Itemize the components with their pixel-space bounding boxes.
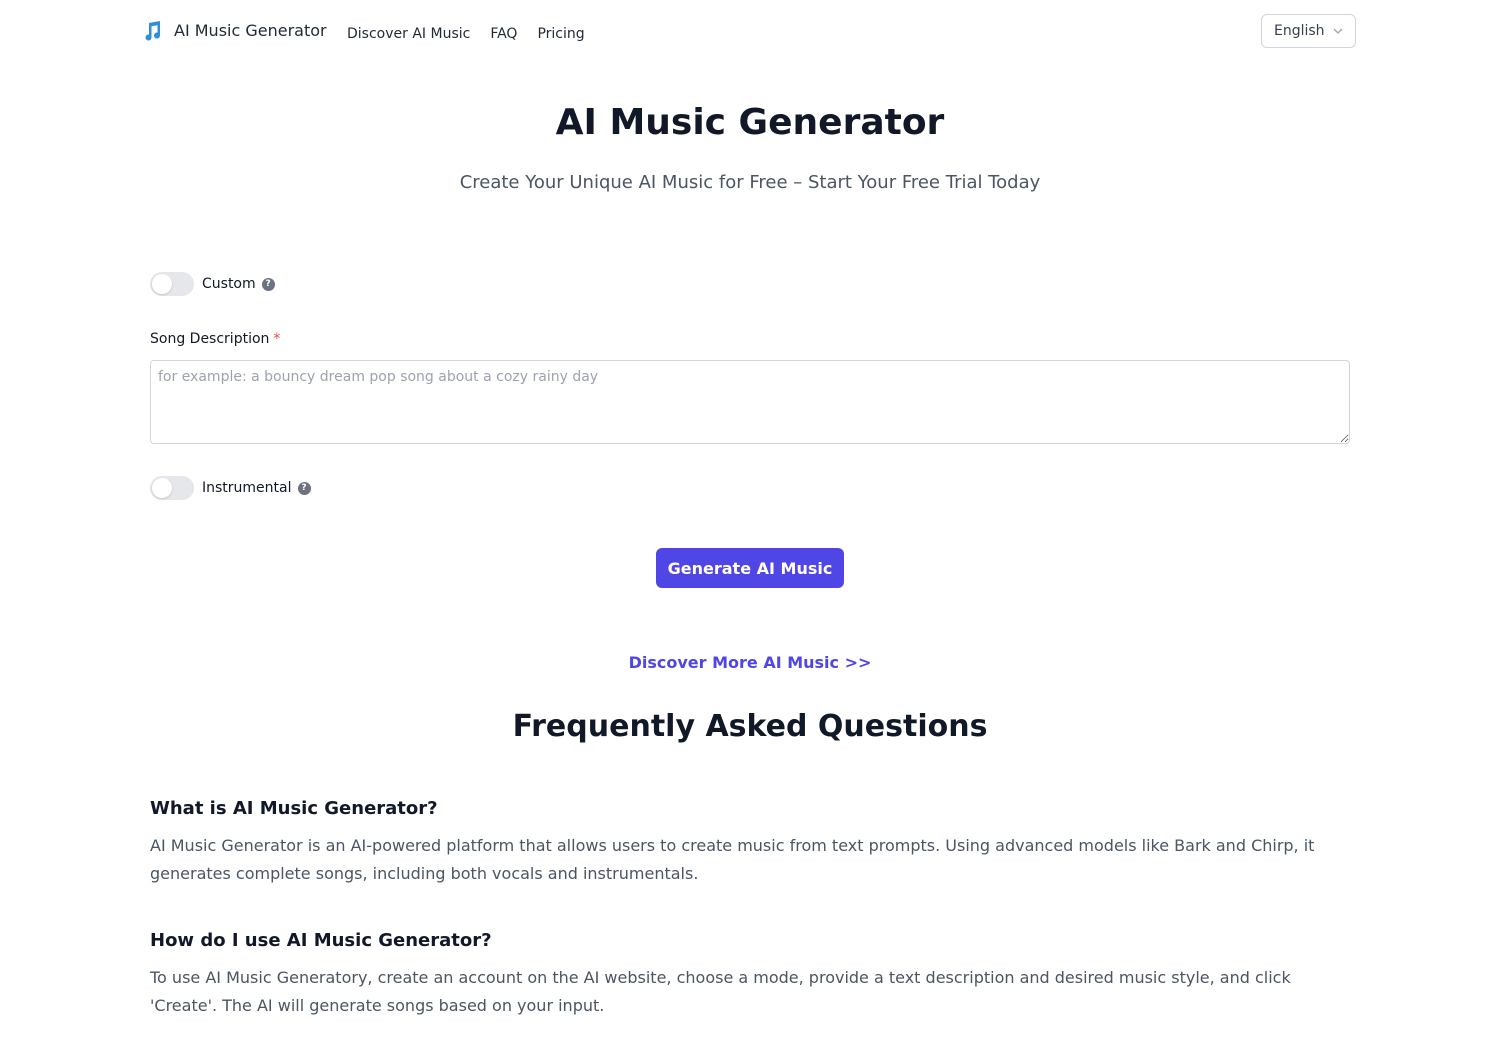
instrumental-label: Instrumental [202, 480, 292, 496]
question-circle-icon[interactable]: ? [297, 481, 311, 495]
discover-more-link[interactable]: Discover More AI Music >> [0, 652, 1500, 674]
song-description-label: Song Description * [150, 331, 280, 347]
toggle-knob [152, 274, 172, 294]
site-header: AI Music Generator Discover AI Music FAQ… [0, 0, 1500, 66]
song-description-input[interactable] [150, 360, 1350, 444]
faq-item: What is AI Music Generator? AI Music Gen… [150, 796, 1350, 888]
faq-answer: AI Music Generator is an AI-powered plat… [150, 836, 1315, 883]
custom-toggle-row: Custom ? [150, 272, 275, 296]
language-selected: English [1274, 23, 1325, 39]
chevron-down-icon [1333, 28, 1343, 34]
language-select[interactable]: English [1261, 14, 1356, 48]
custom-label: Custom [202, 276, 256, 292]
faq-question: What is AI Music Generator? [150, 798, 438, 819]
music-note-icon [145, 21, 161, 41]
song-description-label-text: Song Description [150, 331, 270, 347]
faq-list: What is AI Music Generator? AI Music Gen… [150, 796, 1350, 1060]
page-subtitle: Create Your Unique AI Music for Free – S… [459, 172, 1041, 193]
required-asterisk: * [273, 331, 281, 347]
faq-title: Frequently Asked Questions [512, 709, 988, 744]
question-circle-icon[interactable]: ? [261, 277, 275, 291]
custom-toggle[interactable] [150, 272, 194, 296]
instrumental-toggle-row: Instrumental ? [150, 476, 311, 500]
instrumental-toggle[interactable] [150, 476, 194, 500]
faq-question: How do I use AI Music Generator? [150, 930, 492, 951]
logo-link[interactable]: AI Music Generator [142, 20, 327, 42]
toggle-knob [152, 478, 172, 498]
nav-discover-ai-music[interactable]: Discover AI Music [347, 25, 470, 43]
page-title: AI Music Generator [555, 102, 945, 143]
faq-item: How do I use AI Music Generator? To use … [150, 928, 1350, 1020]
generate-ai-music-button[interactable]: Generate AI Music [656, 548, 844, 588]
nav-faq[interactable]: FAQ [490, 25, 517, 43]
faq-answer: To use AI Music Generatory, create an ac… [150, 968, 1291, 1015]
logo-text: AI Music Generator [174, 21, 327, 40]
main-nav: Discover AI Music FAQ Pricing [347, 25, 585, 43]
nav-pricing[interactable]: Pricing [537, 25, 584, 43]
